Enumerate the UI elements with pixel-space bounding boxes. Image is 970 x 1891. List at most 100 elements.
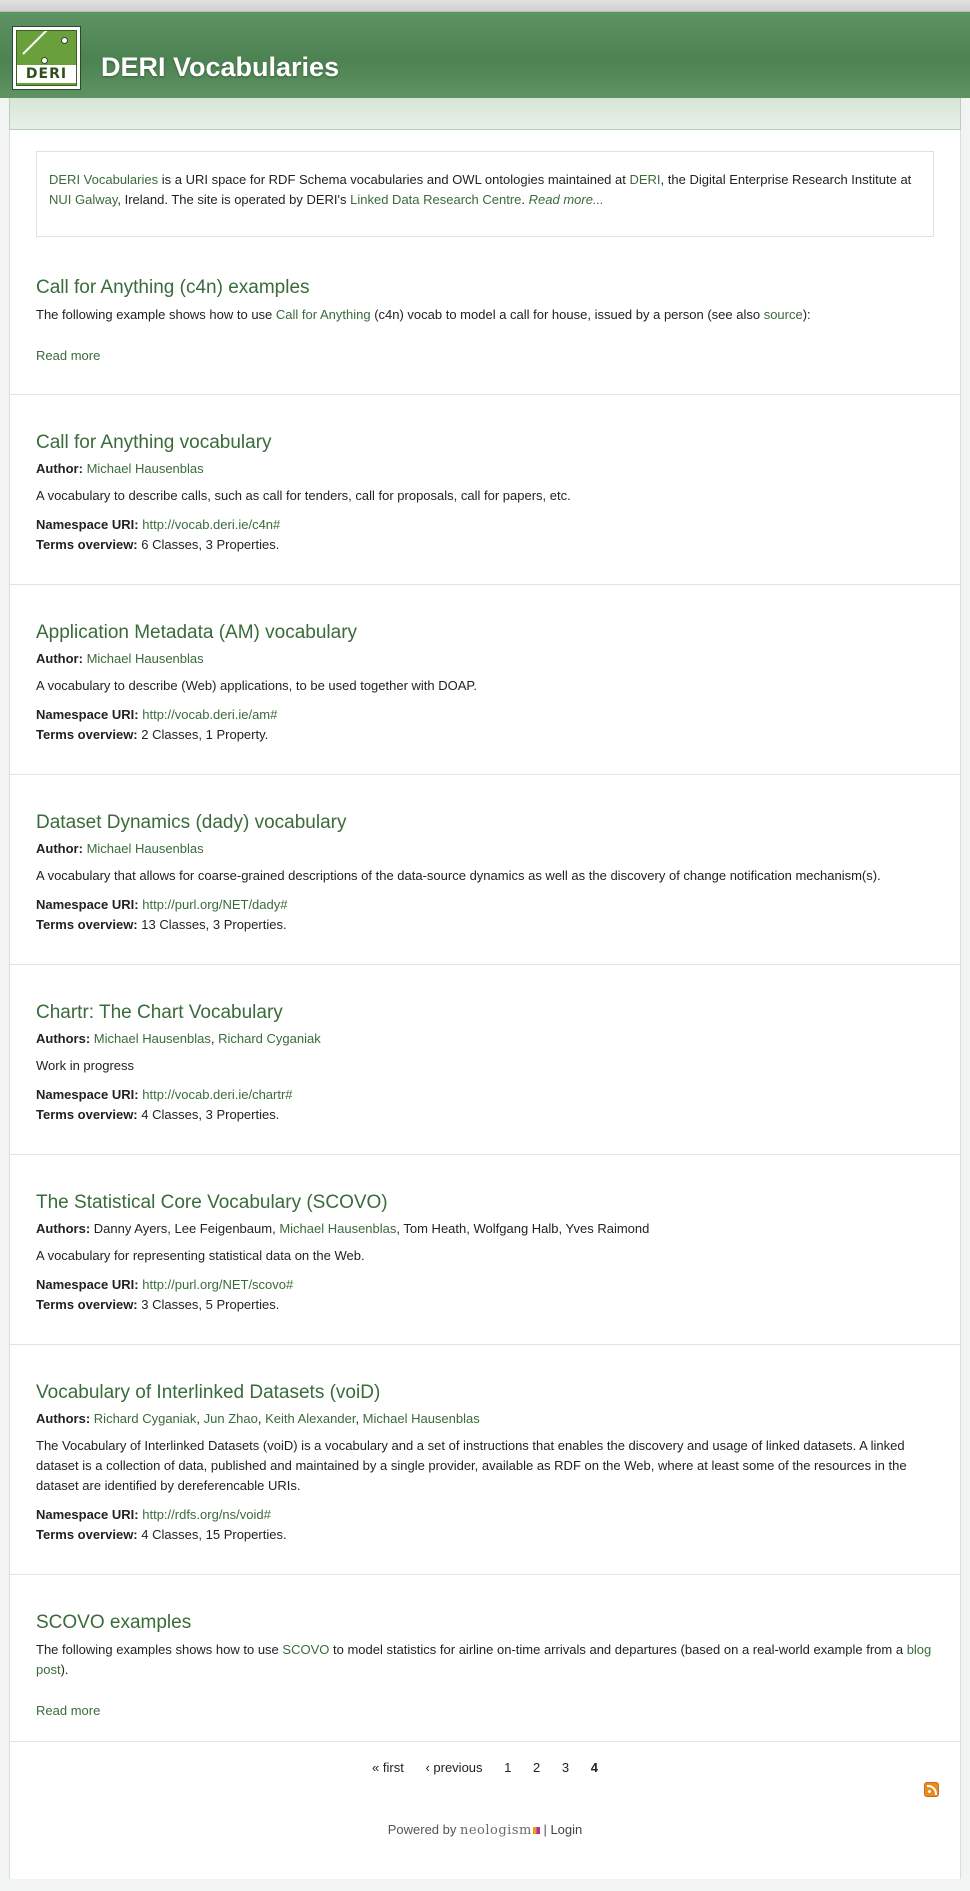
node-title-link[interactable]: SCOVO examples	[36, 1612, 191, 1633]
logo-dot	[61, 37, 68, 44]
node-text: ).	[60, 1662, 69, 1677]
logo-text: DERI	[17, 65, 76, 83]
props-count: 1	[205, 727, 213, 742]
node-scovo-vocabulary: The Statistical Core Vocabulary (SCOVO) …	[10, 1155, 960, 1345]
node-c4n-examples: Call for Anything (c4n) examples The fol…	[10, 237, 960, 395]
mission-text: .	[521, 192, 529, 207]
node-title-link[interactable]: Application Metadata (AM) vocabulary	[36, 622, 357, 643]
namespace-uri-link[interactable]: http://rdfs.org/ns/void#	[142, 1507, 271, 1522]
author-name: Danny Ayers	[93, 1221, 168, 1236]
namespace-uri-link[interactable]: http://vocab.deri.ie/am#	[142, 707, 277, 722]
namespace-uri-link[interactable]: http://purl.org/NET/dady#	[142, 897, 287, 912]
logo-line	[22, 31, 67, 55]
neologism-link[interactable]: neologism	[460, 1823, 532, 1838]
namespace-uri-link[interactable]: http://vocab.deri.ie/c4n#	[142, 517, 280, 532]
nui-galway-link[interactable]: NUI Galway	[49, 192, 117, 207]
node-c4n-vocabulary: Call for Anything vocabulary Author: Mic…	[10, 395, 960, 585]
namespace-uri-link[interactable]: http://vocab.deri.ie/chartr#	[142, 1087, 292, 1102]
terms-label: Terms overview:	[36, 537, 138, 552]
read-more-link[interactable]: Read more	[36, 1703, 100, 1718]
node-text: The following example shows how to use	[36, 307, 276, 322]
node-teaser: The following examples shows how to use …	[36, 1640, 934, 1680]
classes-label: Classes	[152, 1107, 199, 1122]
deri-link[interactable]: DERI	[629, 172, 660, 187]
namespace-label: Namespace URI:	[36, 1087, 139, 1102]
node-text: ):	[802, 307, 811, 322]
namespace-label: Namespace URI:	[36, 517, 139, 532]
read-more-link[interactable]: Read more	[36, 348, 100, 363]
author-link[interactable]: Michael Hausenblas	[363, 1411, 480, 1426]
author-link[interactable]: Richard Cyganiak	[218, 1031, 321, 1046]
node-title-link[interactable]: Call for Anything (c4n) examples	[36, 277, 310, 298]
props-label: Properties	[216, 1297, 276, 1312]
mission-text: , the Digital Enterprise Research Instit…	[660, 172, 912, 187]
author-name: Tom Heath	[403, 1221, 467, 1236]
node-title-link[interactable]: Chartr: The Chart Vocabulary	[36, 1002, 283, 1023]
scovo-link[interactable]: SCOVO	[282, 1642, 329, 1657]
author-link[interactable]: Michael Hausenblas	[87, 841, 204, 856]
author-link[interactable]: Michael Hausenblas	[87, 461, 204, 476]
pager: « first ‹ previous 1 2 3 4	[10, 1758, 960, 1778]
pager-page-link[interactable]: 2	[533, 1760, 540, 1775]
mission-read-more-link[interactable]: Read more...	[529, 192, 604, 207]
terms-label: Terms overview:	[36, 1527, 138, 1542]
main-content: DERI Vocabularies is a URI space for RDF…	[9, 130, 961, 1879]
namespace-uri-link[interactable]: http://purl.org/NET/scovo#	[142, 1277, 293, 1292]
author-label: Author:	[36, 841, 83, 856]
classes-label: Classes	[152, 1297, 199, 1312]
author-name: Wolfgang Halb	[473, 1221, 559, 1236]
pager-page-link[interactable]: 1	[504, 1760, 511, 1775]
header-band	[9, 98, 961, 130]
classes-label: Classes	[152, 727, 199, 742]
authors-label: Authors:	[36, 1031, 91, 1046]
pager-page-link[interactable]: 3	[562, 1760, 569, 1775]
author-link[interactable]: Richard Cyganiak	[94, 1411, 197, 1426]
author-link[interactable]: Keith Alexander	[265, 1411, 355, 1426]
node-scovo-examples: SCOVO examples The following examples sh…	[10, 1575, 960, 1742]
pager-previous-link[interactable]: ‹ previous	[425, 1760, 482, 1775]
author-link[interactable]: Michael Hausenblas	[94, 1031, 211, 1046]
author-link[interactable]: Michael Hausenblas	[87, 651, 204, 666]
site-title[interactable]: DERI Vocabularies	[101, 52, 339, 82]
deri-vocabularies-link[interactable]: DERI Vocabularies	[49, 172, 158, 187]
classes-count: 4	[141, 1527, 149, 1542]
deri-logo[interactable]: DERI	[12, 26, 81, 90]
authors-label: Authors:	[36, 1221, 91, 1236]
node-text: (c4n) vocab to model a call for house, i…	[370, 307, 764, 322]
node-description: A vocabulary for representing statistica…	[36, 1248, 365, 1263]
node-title-link[interactable]: The Statistical Core Vocabulary (SCOVO)	[36, 1192, 388, 1213]
props-label: Properties	[223, 917, 283, 932]
mission-text: is a URI space for RDF Schema vocabulari…	[158, 172, 630, 187]
node-description: A vocabulary to describe calls, such as …	[36, 488, 571, 503]
node-am-vocabulary: Application Metadata (AM) vocabulary Aut…	[10, 585, 960, 775]
source-link[interactable]: source	[764, 307, 803, 322]
logo-dot	[41, 57, 48, 64]
node-dady-vocabulary: Dataset Dynamics (dady) vocabulary Autho…	[10, 775, 960, 965]
footer-separator: |	[539, 1822, 551, 1837]
terms-label: Terms overview:	[36, 727, 138, 742]
classes-label: Classes	[159, 917, 206, 932]
mission-box: DERI Vocabularies is a URI space for RDF…	[36, 151, 934, 237]
browser-top-strip	[0, 0, 970, 12]
author-name: Yves Raimond	[565, 1221, 650, 1236]
author-link[interactable]: Michael Hausenblas	[279, 1221, 396, 1236]
pager-current-page: 4	[590, 1760, 598, 1775]
ldrc-link[interactable]: Linked Data Research Centre	[350, 192, 521, 207]
node-text: The following examples shows how to use	[36, 1642, 283, 1657]
node-void-vocabulary: Vocabulary of Interlinked Datasets (voiD…	[10, 1345, 960, 1575]
author-label: Author:	[36, 461, 83, 476]
namespace-label: Namespace URI:	[36, 897, 139, 912]
author-link[interactable]: Jun Zhao	[204, 1411, 258, 1426]
terms-label: Terms overview:	[36, 917, 138, 932]
node-title-link[interactable]: Vocabulary of Interlinked Datasets (voiD…	[36, 1382, 380, 1403]
pager-first-link[interactable]: « first	[372, 1760, 404, 1775]
node-title-link[interactable]: Call for Anything vocabulary	[36, 432, 272, 453]
rss-feed-icon[interactable]	[924, 1782, 939, 1797]
node-title-link[interactable]: Dataset Dynamics (dady) vocabulary	[36, 812, 346, 833]
login-link[interactable]: Login	[550, 1822, 582, 1837]
powered-by-text: Powered by	[387, 1822, 460, 1837]
node-description: A vocabulary to describe (Web) applicati…	[36, 678, 478, 693]
props-label: Properties	[223, 1527, 283, 1542]
node-description: Work in progress	[36, 1058, 135, 1073]
call-for-anything-link[interactable]: Call for Anything	[276, 307, 371, 322]
